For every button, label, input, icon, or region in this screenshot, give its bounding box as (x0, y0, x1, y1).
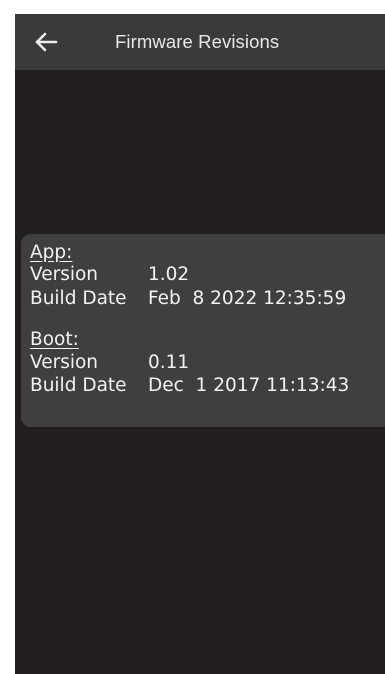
firmware-info-card: App: Version 1.02 Build Date Feb 8 2022 … (21, 234, 385, 427)
app-version-row: Version 1.02 (30, 264, 385, 286)
arrow-left-icon (35, 32, 58, 52)
app-section-title: App: (30, 242, 73, 263)
header-bar: Firmware Revisions (15, 14, 385, 70)
boot-build-date-row: Build Date Dec 1 2017 11:13:43 (30, 375, 385, 397)
back-button[interactable] (27, 24, 65, 60)
boot-version-value: 0.11 (148, 352, 190, 373)
app-build-date-value: Feb 8 2022 12:35:59 (148, 288, 347, 309)
firmware-revisions-screen: Firmware Revisions App: Version 1.02 Bui… (15, 14, 385, 674)
boot-section-title: Boot: (30, 329, 79, 350)
boot-version-row: Version 0.11 (30, 352, 385, 374)
boot-build-date-value: Dec 1 2017 11:13:43 (148, 375, 350, 396)
app-build-date-label: Build Date (30, 288, 127, 309)
boot-build-date-label: Build Date (30, 375, 127, 396)
app-build-date-row: Build Date Feb 8 2022 12:35:59 (30, 288, 385, 310)
app-version-value: 1.02 (148, 264, 190, 285)
page-title: Firmware Revisions (115, 31, 280, 52)
app-version-label: Version (30, 264, 99, 285)
boot-version-label: Version (30, 352, 99, 373)
